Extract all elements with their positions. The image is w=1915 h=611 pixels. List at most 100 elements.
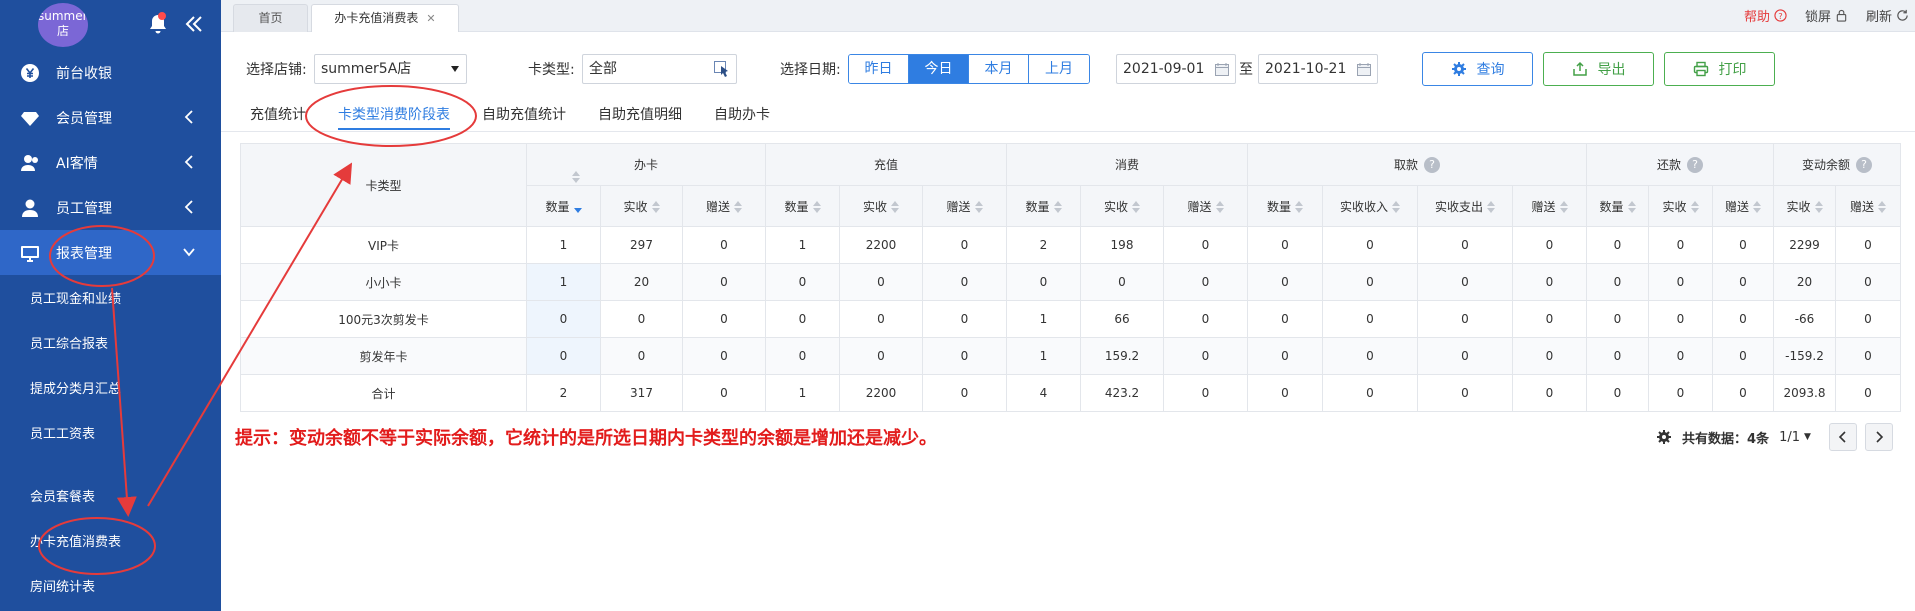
sub-item-card-recharge[interactable]: 办卡充值消费表 — [0, 518, 221, 563]
column-header[interactable]: 数量 — [1247, 185, 1323, 227]
table-row[interactable]: 100元3次剪发卡 0 0 0 0 0 0 1 66 0 0 0 0 0 0 0 0 -66 0 — [240, 300, 1901, 338]
table-row[interactable]: 合计 2 317 0 1 2200 0 4 423.2 0 0 0 0 0 0 0 0 2093.8 0 — [240, 374, 1901, 412]
date-shortcut-group: 昨日 今日 本月 上月 — [848, 54, 1090, 84]
table-cell: 0 — [1247, 226, 1323, 264]
sort-icon[interactable] — [651, 201, 660, 213]
sort-icon[interactable] — [1627, 201, 1636, 213]
table-row[interactable]: VIP卡 1 297 0 1 2200 0 2 198 0 0 0 0 0 0 0 0 2299 0 — [240, 226, 1901, 264]
column-header[interactable]: 实收支出 — [1417, 185, 1513, 227]
sub-item-payroll[interactable]: 员工工资表 — [0, 410, 221, 455]
tab-home[interactable]: 首页 — [233, 4, 308, 32]
menu-item-ai[interactable]: AI客情 — [0, 140, 221, 185]
help-icon[interactable]: ? — [1424, 157, 1440, 174]
tab-card-recharge[interactable]: 办卡充值消费表 ✕ — [311, 4, 459, 32]
column-header[interactable]: 数量 — [1006, 185, 1081, 227]
help-icon[interactable]: ? — [1856, 157, 1872, 174]
table-row[interactable]: 小小卡 1 20 0 0 0 0 0 0 0 0 0 0 0 0 0 0 20 0 — [240, 263, 1901, 301]
column-header[interactable]: 赠送 — [922, 185, 1007, 227]
collapse-sidebar-icon[interactable] — [182, 12, 206, 36]
menu-item-members[interactable]: 会员管理 — [0, 95, 221, 140]
sort-icon[interactable] — [812, 201, 821, 213]
sort-icon[interactable] — [1487, 201, 1495, 213]
table-cell: 0 — [1512, 337, 1587, 375]
today-button[interactable]: 今日 — [909, 55, 969, 83]
next-page-button[interactable] — [1864, 423, 1893, 451]
refresh-button[interactable]: 刷新 — [1866, 6, 1909, 25]
sort-icon[interactable] — [1053, 201, 1062, 213]
column-header[interactable]: 实收 — [1773, 185, 1836, 227]
table-cell: 20 — [600, 263, 683, 301]
store-select[interactable]: summer5A店 — [314, 54, 467, 84]
card-type-select[interactable]: 全部 — [582, 54, 737, 84]
column-header[interactable]: 数量 — [526, 185, 601, 227]
column-header[interactable]: 赠送 — [1835, 185, 1901, 227]
header-card-type[interactable]: 卡类型 — [240, 143, 580, 227]
column-header[interactable]: 数量 — [765, 185, 840, 227]
page-indicator[interactable]: 1/1 — [1779, 430, 1800, 445]
date-from-input[interactable]: 2021-09-01 — [1116, 54, 1236, 84]
column-header[interactable]: 赠送 — [682, 185, 766, 227]
last-month-button[interactable]: 上月 — [1029, 55, 1089, 83]
export-button[interactable]: 导出 — [1543, 52, 1654, 86]
store-avatar[interactable]: summer5A店 — [38, 3, 88, 47]
table-cell: 0 — [1712, 226, 1774, 264]
table-cell: 0 — [1417, 263, 1513, 301]
column-header[interactable]: 赠送 — [1712, 185, 1774, 227]
sort-icon[interactable] — [1753, 201, 1761, 213]
sub-item-member-package[interactable]: 会员套餐表 — [0, 473, 221, 518]
prev-page-button[interactable] — [1828, 423, 1857, 451]
sort-icon[interactable] — [1878, 201, 1886, 213]
sort-icon[interactable] — [974, 201, 983, 213]
column-header[interactable]: 赠送 — [1512, 185, 1587, 227]
sort-icon[interactable] — [573, 201, 582, 213]
sort-icon[interactable] — [1814, 201, 1823, 213]
subtab-self-recharge-stats[interactable]: 自助充值统计 — [482, 104, 566, 130]
this-month-button[interactable]: 本月 — [969, 55, 1029, 83]
sort-icon[interactable] — [891, 201, 899, 213]
menu-item-reports[interactable]: 报表管理 — [0, 230, 221, 275]
sort-icon[interactable] — [1295, 201, 1303, 213]
sort-icon[interactable] — [1132, 201, 1140, 213]
menu-label: 会员管理 — [56, 110, 112, 127]
menu-item-staff[interactable]: 员工管理 — [0, 185, 221, 230]
sort-icon[interactable] — [1559, 201, 1568, 213]
subtab-self-recharge-detail[interactable]: 自助充值明细 — [598, 104, 682, 130]
column-header[interactable]: 实收 — [1080, 185, 1164, 227]
sub-item-room-stats[interactable]: 房间统计表 — [0, 563, 221, 608]
column-label: 数量 — [1025, 199, 1050, 214]
date-to-input[interactable]: 2021-10-21 — [1258, 54, 1378, 84]
column-header[interactable]: 实收 — [839, 185, 923, 227]
close-icon[interactable]: ✕ — [426, 12, 435, 25]
caret-down-icon[interactable]: ▼ — [1804, 432, 1811, 442]
print-button[interactable]: 打印 — [1664, 52, 1775, 86]
sort-icon[interactable] — [1690, 201, 1699, 213]
table-cell: 0 — [1712, 374, 1774, 412]
subtab-self-card[interactable]: 自助办卡 — [714, 104, 770, 130]
column-header[interactable]: 实收 — [600, 185, 683, 227]
sub-item-staff-report[interactable]: 员工综合报表 — [0, 320, 221, 365]
lock-label: 锁屏 — [1804, 9, 1831, 25]
column-header[interactable]: 实收 — [1648, 185, 1713, 227]
table-row[interactable]: 剪发年卡 0 0 0 0 0 0 1 159.2 0 0 0 0 0 0 0 0 -159.2 0 — [240, 337, 1901, 375]
table-cell: 0 — [1835, 226, 1901, 264]
column-header[interactable]: 实收收入 — [1322, 185, 1418, 227]
sort-icon[interactable] — [1215, 201, 1224, 213]
subtab-recharge-stats[interactable]: 充值统计 — [250, 104, 306, 130]
sort-icon[interactable] — [734, 201, 742, 213]
subtab-card-type-stage[interactable]: 卡类型消费阶段表 — [338, 104, 450, 130]
lock-screen-button[interactable]: 锁屏 — [1805, 6, 1848, 25]
yesterday-button[interactable]: 昨日 — [849, 55, 909, 83]
menu-item-cashier[interactable]: 前台收银 — [0, 50, 221, 95]
sort-icon[interactable] — [1392, 201, 1400, 213]
column-header[interactable]: 数量 — [1586, 185, 1649, 227]
sub-item-commission[interactable]: 提成分类月汇总 — [0, 365, 221, 410]
settings-gear-icon[interactable] — [1656, 429, 1672, 445]
column-header[interactable]: 赠送 — [1163, 185, 1248, 227]
help-icon[interactable]: ? — [1687, 157, 1703, 174]
sort-icon[interactable] — [571, 170, 580, 183]
table-cell: 0 — [1512, 300, 1587, 338]
sub-item-staff-cash[interactable]: 员工现金和业绩 — [0, 275, 221, 320]
group-label: 取款 — [1393, 157, 1418, 172]
query-button[interactable]: 查询 — [1422, 52, 1533, 86]
help-link[interactable]: 帮助 ? — [1744, 6, 1787, 25]
